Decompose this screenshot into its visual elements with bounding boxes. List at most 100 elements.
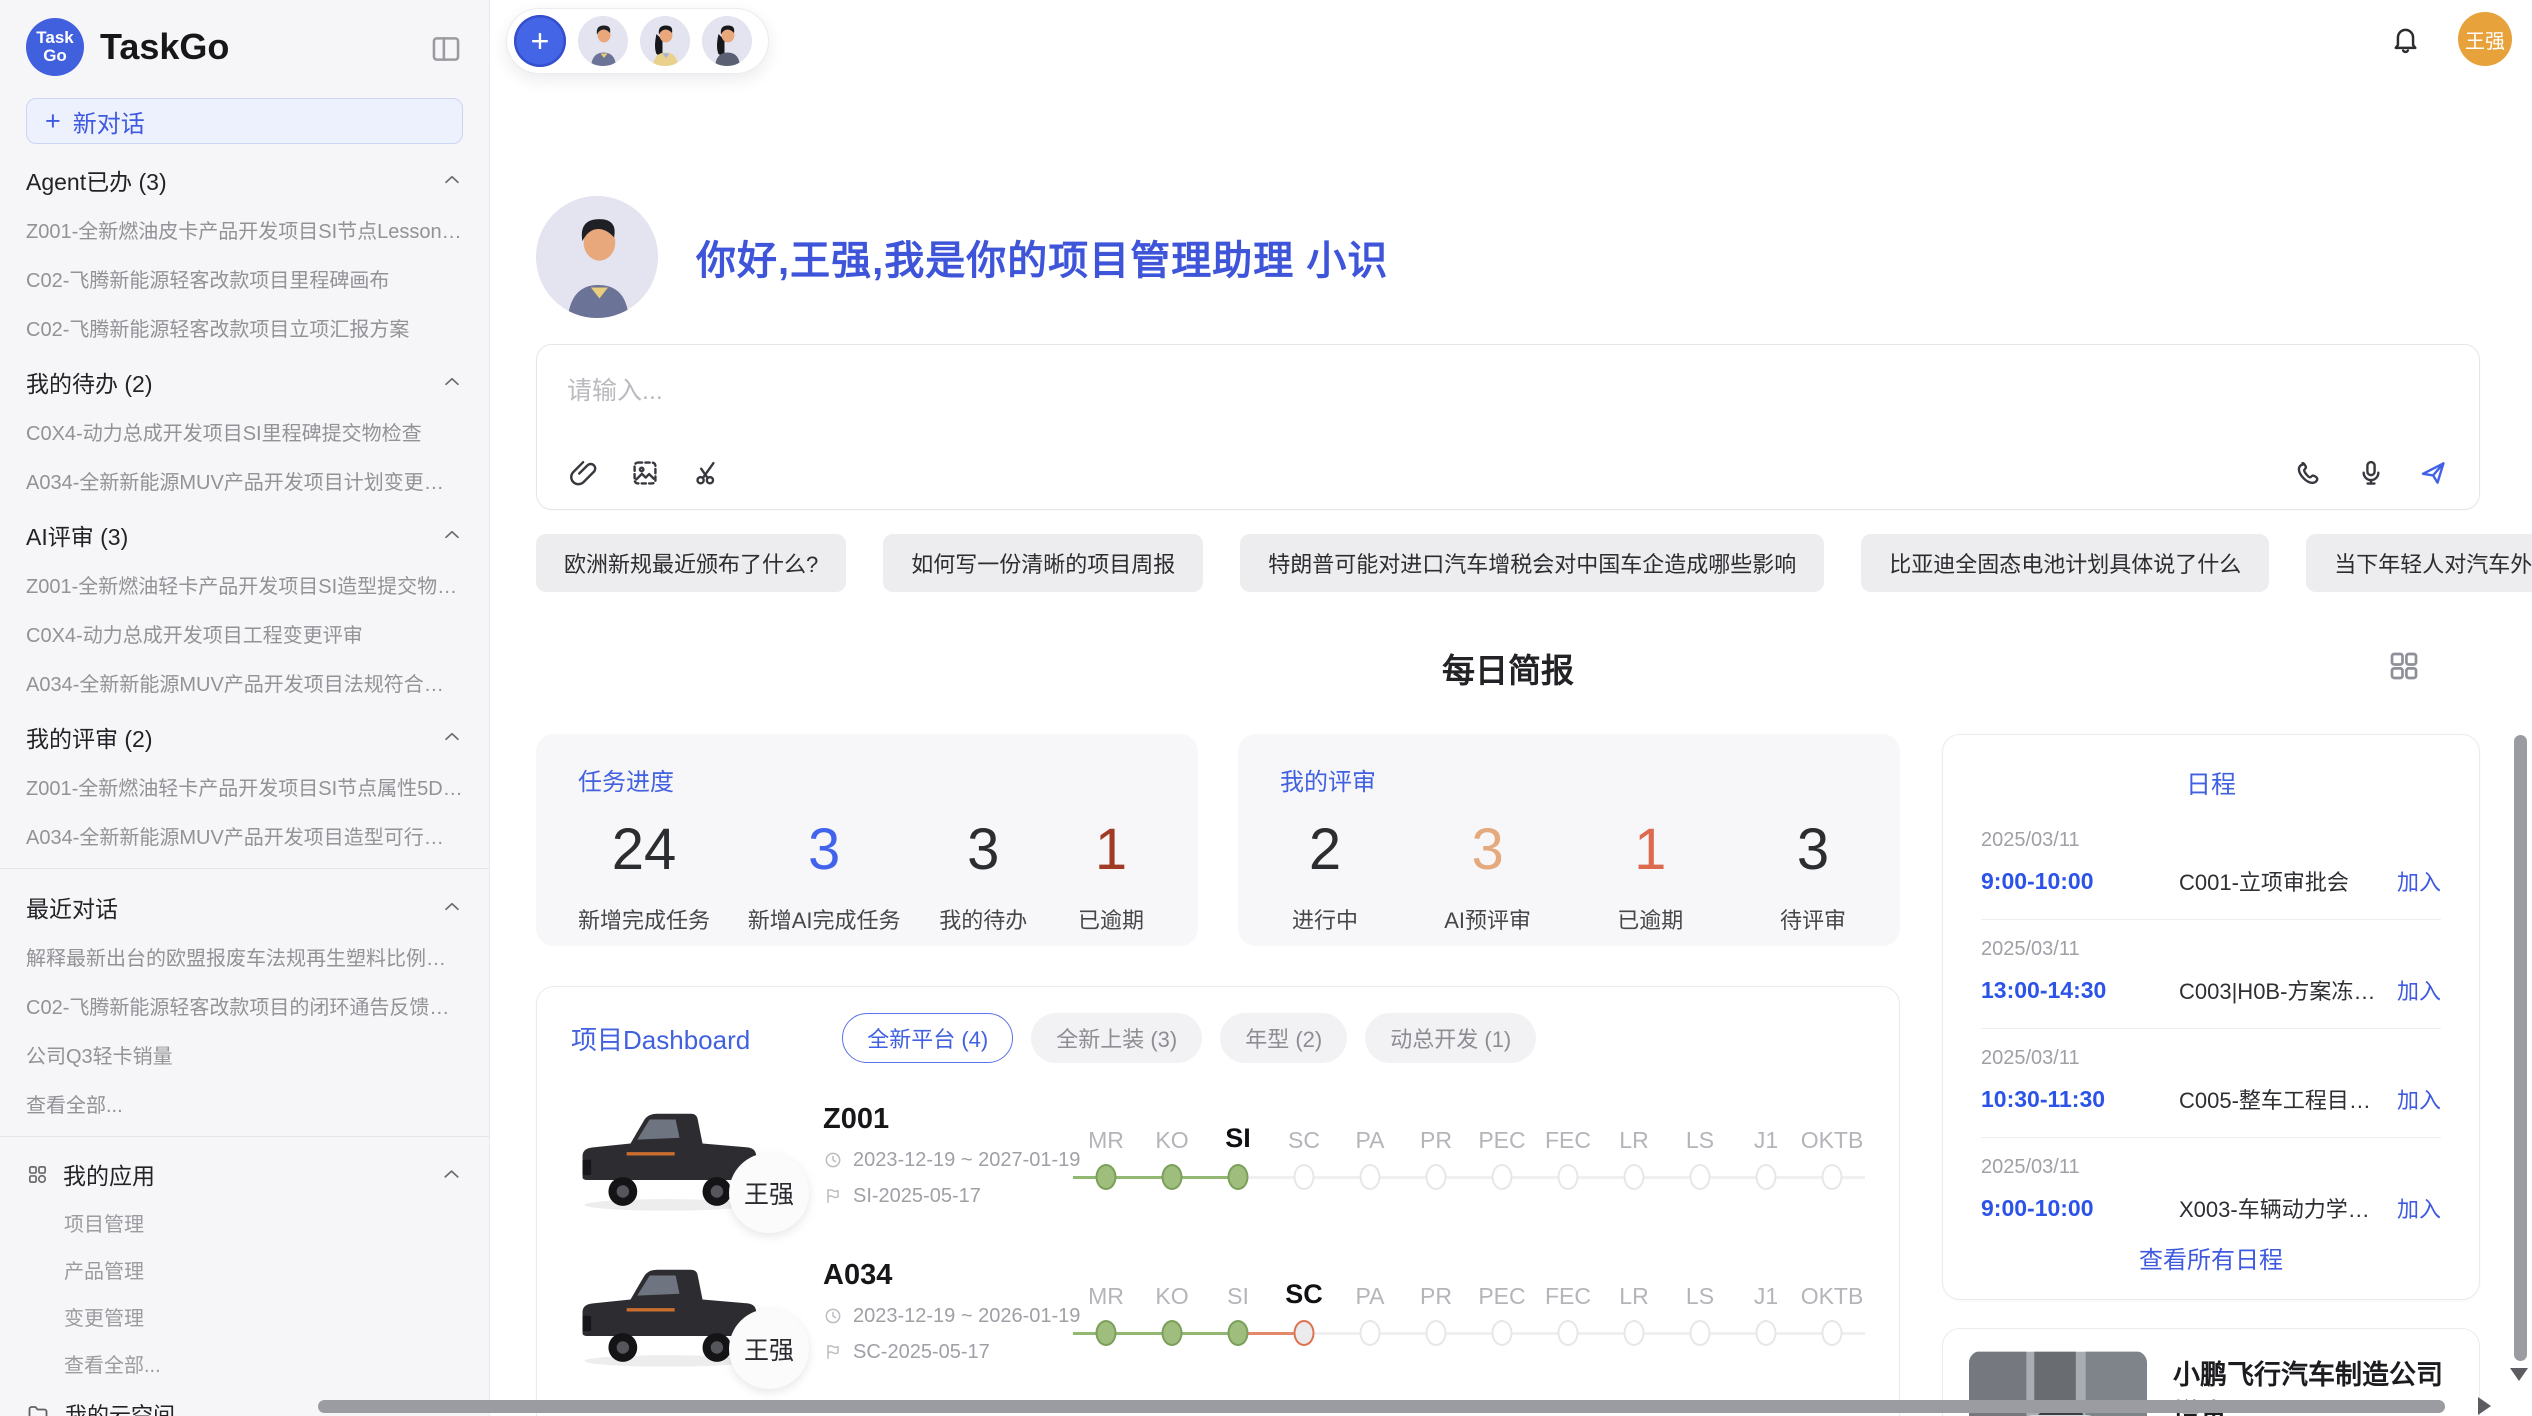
project-row[interactable]: 王强 A034 2023-12-19 ~ 2026-01-19 SC-2025-… bbox=[571, 1247, 1865, 1375]
scroll-down-arrow-icon[interactable] bbox=[2510, 1368, 2528, 1390]
recent-chat-item[interactable]: C02-飞腾新能源轻客改款项目的闭环通告反馈情况 bbox=[0, 981, 489, 1030]
member-avatar-3[interactable] bbox=[702, 16, 752, 66]
milestone-label: PR bbox=[1420, 1272, 1452, 1310]
schedule-event-title: C005-整车工程目标评审 bbox=[2179, 1083, 2387, 1115]
sidebar-item[interactable]: A034-全新新能源MUV产品开发项目法规符合性评审 bbox=[0, 658, 489, 707]
join-link[interactable]: 加入 bbox=[2397, 1192, 2441, 1224]
stat-value: 1 bbox=[1634, 821, 1666, 879]
sidebar-item[interactable]: C0X4-动力总成开发项目工程变更评审 bbox=[0, 609, 489, 658]
flag-icon bbox=[823, 1342, 843, 1362]
suggestion-chip[interactable]: 欧洲新规最近颁布了什么? bbox=[536, 534, 846, 592]
sidebar-section-header[interactable]: 最近对话 bbox=[0, 877, 489, 932]
project-image: 王强 bbox=[571, 1247, 763, 1375]
my-apps-header[interactable]: 我的应用 bbox=[0, 1145, 489, 1199]
milestone-label: MR bbox=[1088, 1272, 1124, 1310]
milestone-LS: LS bbox=[1667, 1116, 1733, 1200]
sidebar-section-header[interactable]: 我的评审 (2) bbox=[0, 707, 489, 762]
milestone-PEC: PEC bbox=[1469, 1116, 1535, 1200]
view-all-schedule-link[interactable]: 查看所有日程 bbox=[1981, 1224, 2441, 1283]
milestone-dot bbox=[1492, 1164, 1513, 1190]
layout-grid-icon[interactable] bbox=[2386, 648, 2422, 684]
sidebar-item[interactable]: C0X4-动力总成开发项目SI里程碑提交物检查 bbox=[0, 407, 489, 456]
milestone-LR: LR bbox=[1601, 1116, 1667, 1200]
member-avatar-2[interactable] bbox=[640, 16, 690, 66]
join-link[interactable]: 加入 bbox=[2397, 974, 2441, 1006]
schedule-item: 2025/03/11 9:00-10:00 X003-车辆动力学性能验... 加… bbox=[1981, 1138, 2441, 1224]
sidebar-item[interactable]: A034-全新新能源MUV产品开发项目造型可行性评审 bbox=[0, 811, 489, 860]
vertical-scrollbar-thumb[interactable] bbox=[2514, 735, 2527, 1361]
schedule-card: 日程 2025/03/11 9:00-10:00 C001-立项审批会 加入 2… bbox=[1942, 734, 2480, 1300]
recent-chat-item[interactable]: 公司Q3轻卡销量 bbox=[0, 1030, 489, 1079]
suggestion-chip[interactable]: 如何写一份清晰的项目周报 bbox=[883, 534, 1203, 592]
clock-icon bbox=[823, 1150, 843, 1170]
person-illustration bbox=[640, 16, 690, 66]
suggestion-chip[interactable]: 比亚迪全固态电池计划具体说了什么 bbox=[1861, 534, 2269, 592]
join-link[interactable]: 加入 bbox=[2397, 1083, 2441, 1115]
dashboard-tab[interactable]: 全新上装 (3) bbox=[1031, 1013, 1202, 1063]
milestone-PEC: PEC bbox=[1469, 1272, 1535, 1356]
sidebar-collapse-button[interactable] bbox=[429, 32, 463, 62]
milestone-LR: LR bbox=[1601, 1272, 1667, 1356]
user-avatar[interactable]: 王强 bbox=[2458, 12, 2512, 66]
milestone-FEC: FEC bbox=[1535, 1116, 1601, 1200]
scroll-right-arrow-icon[interactable] bbox=[2478, 1397, 2500, 1415]
sidebar-item[interactable]: A034-全新新能源MUV产品开发项目计划变更表编写 bbox=[0, 456, 489, 505]
suggestion-chip[interactable]: 当下年轻人对汽车外观有怎样的喜好趋势 bbox=[2306, 534, 2532, 592]
voice-call-icon[interactable] bbox=[2293, 457, 2325, 489]
add-member-button[interactable]: + bbox=[514, 15, 566, 67]
milestone-MR: MR bbox=[1073, 1116, 1139, 1200]
app-sub-item[interactable]: 项目管理 bbox=[0, 1199, 489, 1246]
milestone-SI: SI bbox=[1205, 1272, 1271, 1356]
sidebar-item[interactable]: C02-飞腾新能源轻客改款项目立项汇报方案 bbox=[0, 303, 489, 352]
assistant-avatar bbox=[536, 196, 658, 318]
sidebar-item[interactable]: Z001-全新燃油轻卡产品开发项目SI造型提交物评审 bbox=[0, 560, 489, 609]
project-row[interactable]: 王强 Z001 2023-12-19 ~ 2027-01-19 SI-2025-… bbox=[571, 1091, 1865, 1219]
milestone-label: LS bbox=[1686, 1272, 1714, 1310]
dashboard-tab[interactable]: 动总开发 (1) bbox=[1365, 1013, 1536, 1063]
sidebar-item[interactable]: Z001-全新燃油轻卡产品开发项目SI节点属性5D文件评审 bbox=[0, 762, 489, 811]
image-upload-icon[interactable] bbox=[629, 457, 661, 489]
sidebar-section-header[interactable]: AI评审 (3) bbox=[0, 505, 489, 560]
milestone-dot bbox=[1162, 1164, 1183, 1190]
dashboard-tab[interactable]: 全新平台 (4) bbox=[842, 1013, 1013, 1063]
send-icon[interactable] bbox=[2417, 457, 2449, 489]
stat-label: 新增完成任务 bbox=[578, 903, 710, 935]
app-sub-item[interactable]: 变更管理 bbox=[0, 1293, 489, 1340]
sidebar-item[interactable]: C02-飞腾新能源轻客改款项目里程碑画布 bbox=[0, 254, 489, 303]
schedule-event-title: C003|H0B-方案冻结评审 bbox=[2179, 974, 2387, 1006]
join-link[interactable]: 加入 bbox=[2397, 865, 2441, 897]
sidebar-section-header[interactable]: 我的待办 (2) bbox=[0, 352, 489, 407]
recent-chat-item[interactable]: 解释最新出台的欧盟报废车法规再生塑料比例被调至15%... bbox=[0, 932, 489, 981]
stat-card-title: 任务进度 bbox=[578, 762, 1156, 797]
suggestion-chip[interactable]: 特朗普可能对进口汽车增税会对中国车企造成哪些影响 bbox=[1240, 534, 1824, 592]
microphone-icon[interactable] bbox=[2355, 457, 2387, 489]
stat-value: 3 bbox=[967, 821, 999, 879]
attachment-icon[interactable] bbox=[567, 457, 599, 489]
topbar: + 王强 bbox=[506, 8, 2512, 74]
sidebar-item[interactable]: Z001-全新燃油皮卡产品开发项目SI节点Lesson Learn报告 bbox=[0, 205, 489, 254]
greeting-text: 你好,王强,我是你的项目管理助理 小识 bbox=[696, 228, 1388, 286]
person-illustration bbox=[578, 16, 628, 66]
project-dashboard-card: 项目Dashboard 全新平台 (4)全新上装 (3)年型 (2)动总开发 (… bbox=[536, 986, 1900, 1416]
chat-input[interactable] bbox=[567, 371, 2449, 417]
sidebar-section-header[interactable]: Agent已办 (3) bbox=[0, 150, 489, 205]
horizontal-scrollbar-thumb[interactable] bbox=[318, 1400, 2445, 1413]
new-chat-button[interactable]: + 新对话 bbox=[26, 98, 463, 144]
app-sub-item[interactable]: 产品管理 bbox=[0, 1246, 489, 1293]
dashboard-tab[interactable]: 年型 (2) bbox=[1220, 1013, 1347, 1063]
notification-bell-icon[interactable] bbox=[2389, 23, 2422, 56]
sidebar-section-title: 最近对话 bbox=[26, 890, 118, 924]
screenshot-scissors-icon[interactable] bbox=[691, 457, 723, 489]
recent-chat-item[interactable]: 查看全部... bbox=[0, 1079, 489, 1128]
milestone-dot bbox=[1624, 1320, 1645, 1346]
clock-icon bbox=[823, 1306, 843, 1326]
milestone-dot bbox=[1822, 1320, 1843, 1346]
milestone-label: MR bbox=[1088, 1116, 1124, 1154]
project-flag-date: SC-2025-05-17 bbox=[823, 1341, 1043, 1364]
member-avatar-1[interactable] bbox=[578, 16, 628, 66]
milestone-LS: LS bbox=[1667, 1272, 1733, 1356]
milestone-dot bbox=[1822, 1164, 1843, 1190]
flag-icon bbox=[823, 1186, 843, 1206]
stat: 1 已逾期 bbox=[1605, 821, 1695, 935]
app-sub-item[interactable]: 查看全部... bbox=[0, 1340, 489, 1387]
